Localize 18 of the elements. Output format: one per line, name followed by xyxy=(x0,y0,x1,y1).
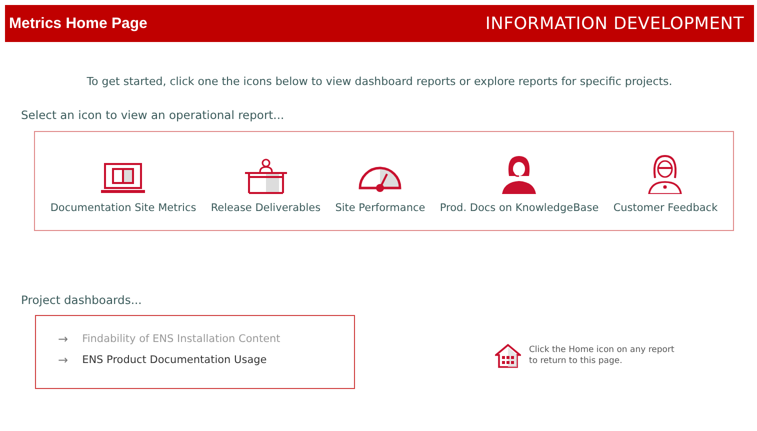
arrow-icon: → xyxy=(58,353,68,367)
laptop-icon[interactable] xyxy=(101,162,146,194)
report-link[interactable]: Prod. Docs on KnowledgeBase xyxy=(440,202,599,214)
report-link[interactable]: Customer Feedback xyxy=(613,202,718,214)
desk-icon[interactable] xyxy=(244,158,288,194)
projects-heading: Project dashboards... xyxy=(21,293,143,307)
intro-text: To get started, click one the icons below to view dashboard reports or explore reports for specific projects. xyxy=(86,75,674,88)
gauge-icon[interactable] xyxy=(357,164,404,194)
report-link[interactable]: Documentation Site Metrics xyxy=(50,202,196,214)
reports-heading: Select an icon to view an operational report... xyxy=(21,108,286,122)
report-link[interactable]: Release Deliverables xyxy=(210,202,321,214)
arrow-icon: → xyxy=(58,332,68,346)
home-hint-text: Click the Home icon on any report to return to this page. xyxy=(529,344,676,368)
section-title: INFORMATION DEVELOPMENT xyxy=(485,14,744,34)
home-icon xyxy=(495,344,521,368)
report-link[interactable]: Site Performance xyxy=(335,202,426,214)
page-title: Metrics Home Page xyxy=(9,15,148,32)
project-link[interactable]: ENS Product Documentation Usage xyxy=(82,354,267,366)
